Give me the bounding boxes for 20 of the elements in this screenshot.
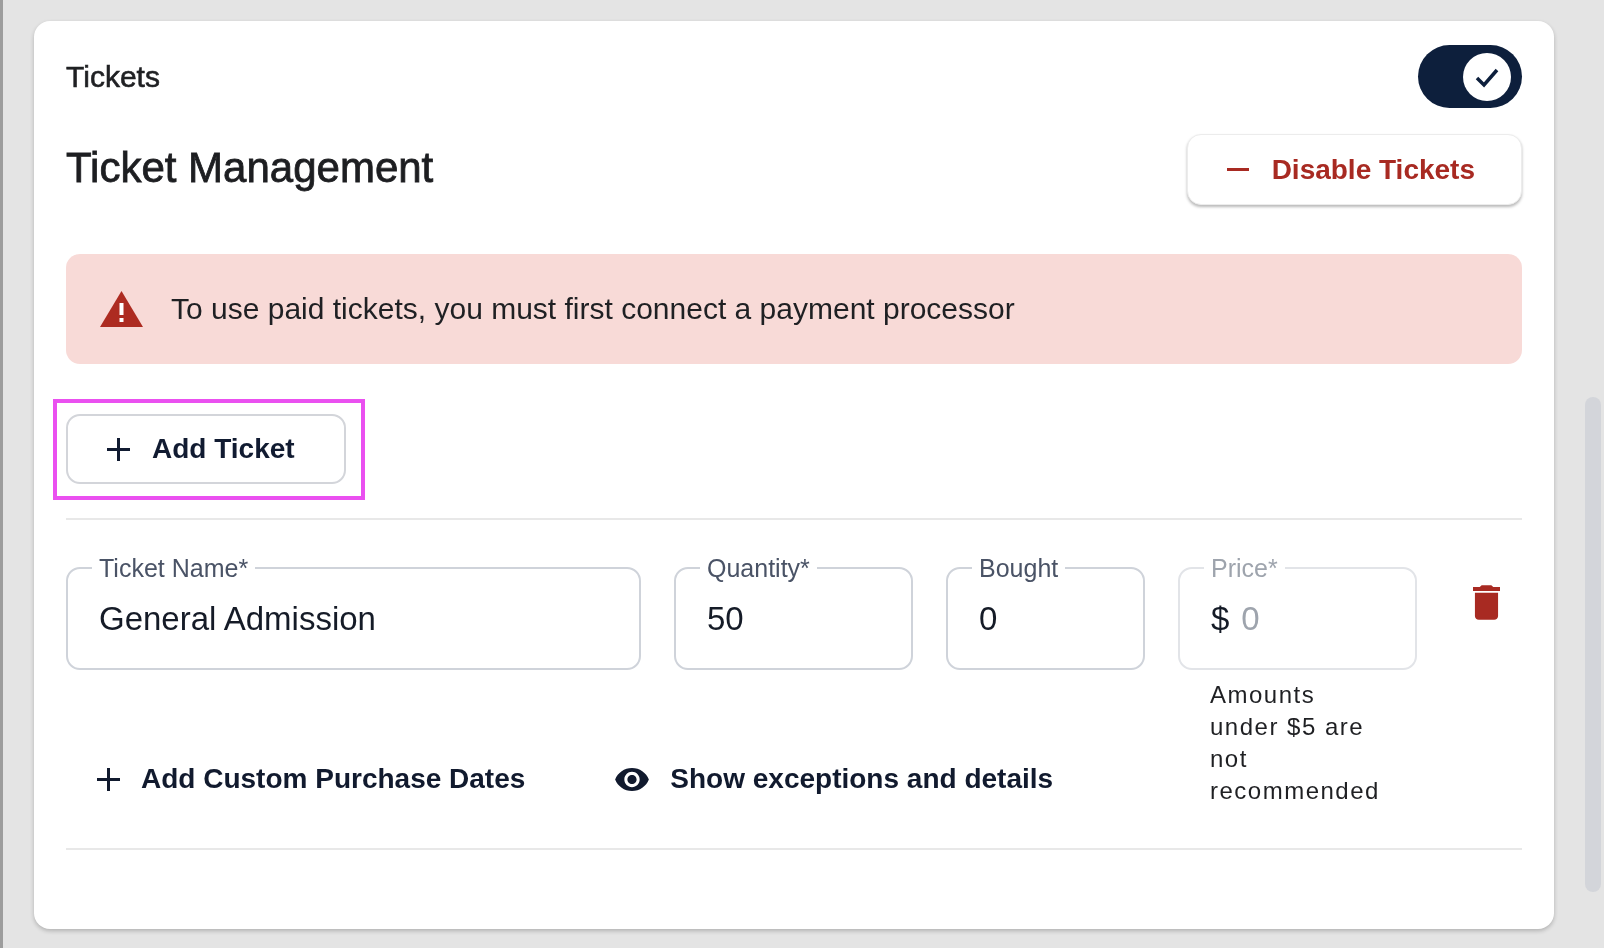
helper-text: Amounts under $5 are not recommended	[1209, 680, 1381, 806]
eye-icon	[615, 767, 650, 791]
trash-icon[interactable]	[1472, 585, 1500, 620]
minus-icon	[1226, 168, 1249, 171]
show-details-button[interactable]: Show exceptions and details	[584, 757, 1085, 801]
add-ticket-button[interactable]: Add Ticket	[66, 414, 346, 484]
alert-message: To use paid tickets, you must first connect a payment processor	[171, 292, 1015, 326]
field-label: Bought	[978, 553, 1060, 583]
field-label: Quantity*	[706, 553, 811, 583]
warning-icon	[100, 291, 143, 327]
add-dates-button[interactable]: Add Custom Purchase Dates	[66, 757, 557, 801]
disable-tickets-button[interactable]: Disable Tickets	[1186, 134, 1522, 205]
plus-icon	[97, 767, 120, 791]
check-icon[interactable]	[1463, 52, 1511, 101]
section-title: Tickets	[66, 59, 160, 94]
field-label: Price*	[1210, 553, 1279, 583]
page-heading: Ticket Management	[66, 144, 434, 192]
currency-symbol: $	[1211, 600, 1230, 638]
plus-icon	[107, 437, 130, 461]
field-label: Ticket Name*	[98, 553, 250, 583]
